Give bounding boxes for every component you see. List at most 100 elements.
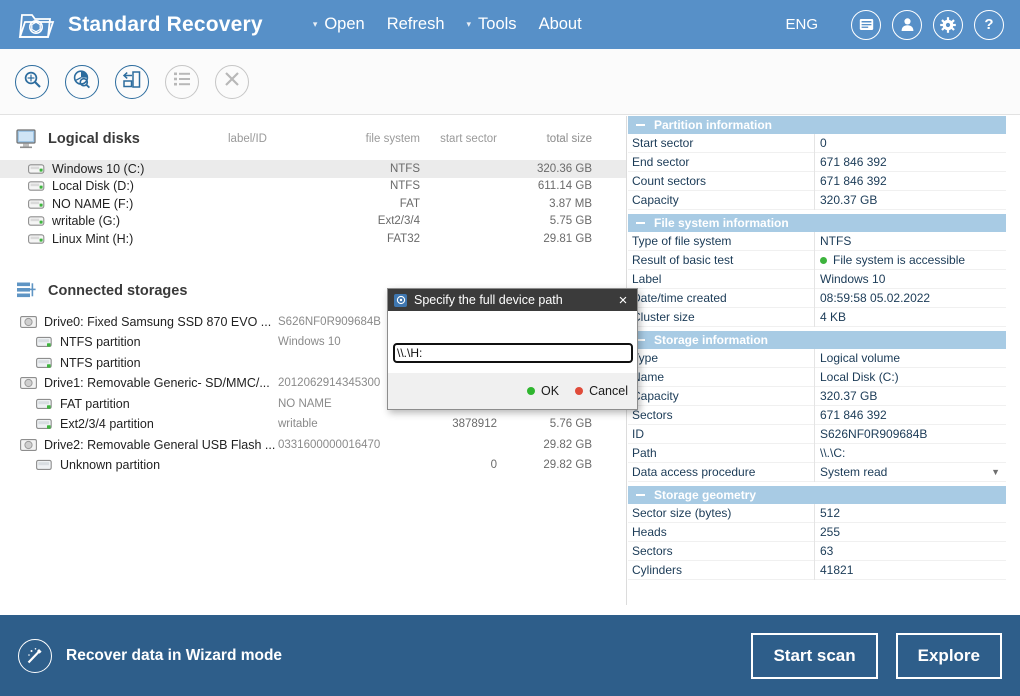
details-value-cell: NTFS: [814, 232, 1006, 251]
logical-disk-row[interactable]: NO NAME (F:)FAT3.87 MB: [0, 195, 626, 213]
logical-disks-title: Logical disks: [48, 131, 140, 147]
details-key: ID: [628, 427, 814, 441]
details-value-cell: 255: [814, 523, 1006, 542]
details-value: Local Disk (C:): [820, 370, 899, 384]
details-section-header[interactable]: Storage information: [628, 331, 1006, 349]
storage-partition-row[interactable]: Ext2/3/4 partitionwritable38789125.76 GB: [0, 414, 626, 435]
header-right-tools: ENG: [785, 10, 1020, 40]
dialog-ok-button[interactable]: OK: [527, 384, 559, 398]
dialog-close-icon[interactable]: ×: [611, 293, 635, 308]
details-key: End sector: [628, 155, 814, 169]
details-section-header[interactable]: Storage geometry: [628, 486, 1006, 504]
magnifier-icon: [23, 70, 42, 94]
logical-disk-name: Local Disk (D:): [52, 179, 134, 193]
messages-icon[interactable]: [851, 10, 881, 40]
folder-recovery-logo-icon: [16, 7, 56, 43]
menu-item-refresh[interactable]: Refresh: [387, 15, 445, 34]
details-key: Heads: [628, 525, 814, 539]
device-path-input[interactable]: [393, 343, 633, 363]
application-window: Standard Recovery ▾ Open Refresh ▾ Tools…: [0, 0, 1020, 696]
details-key: Data access procedure: [628, 465, 814, 479]
details-value-cell: 0: [814, 134, 1006, 153]
storage-name: FAT partition: [60, 397, 130, 411]
monitor-icon: [16, 129, 38, 149]
logical-disk-row[interactable]: Windows 10 (C:)NTFS320.36 GB: [0, 160, 626, 178]
storage-total-size: 5.76 GB: [470, 418, 592, 430]
partition-icon: [36, 418, 53, 430]
menu-item-open[interactable]: Open: [324, 15, 364, 34]
analyze-button[interactable]: [65, 65, 99, 99]
dialog-app-icon: [394, 294, 407, 307]
details-value-cell: 08:59:58 05.02.2022: [814, 289, 1006, 308]
details-row: Cluster size4 KB: [628, 308, 1006, 327]
recover-button[interactable]: [115, 65, 149, 99]
language-selector[interactable]: ENG: [785, 16, 818, 33]
details-row: Start sector0: [628, 134, 1006, 153]
storage-name: NTFS partition: [60, 335, 141, 349]
dialog-footer: OK Cancel: [388, 373, 637, 409]
logical-disk-row[interactable]: Linux Mint (H:)FAT3229.81 GB: [0, 230, 626, 248]
settings-gear-icon[interactable]: [933, 10, 963, 40]
details-section-title: File system information: [654, 216, 789, 230]
magic-wand-icon[interactable]: [18, 639, 52, 673]
logical-disk-row[interactable]: Local Disk (D:)NTFS611.14 GB: [0, 178, 626, 196]
dialog-cancel-button[interactable]: Cancel: [575, 384, 628, 398]
collapse-icon[interactable]: [636, 494, 645, 496]
details-value-cell: Local Disk (C:): [814, 368, 1006, 387]
chevron-down-icon[interactable]: ▼: [991, 467, 1000, 477]
details-key: Capacity: [628, 193, 814, 207]
app-header: Standard Recovery ▾ Open Refresh ▾ Tools…: [0, 0, 1020, 49]
details-key: Type of file system: [628, 234, 814, 248]
details-key: Label: [628, 272, 814, 286]
details-key: Path: [628, 446, 814, 460]
details-value-cell[interactable]: System read▼: [814, 463, 1006, 482]
user-account-icon[interactable]: [892, 10, 922, 40]
bottom-action-bar: Recover data in Wizard mode Start scan E…: [0, 615, 1020, 696]
details-value: 320.37 GB: [820, 389, 877, 403]
collapse-icon[interactable]: [636, 222, 645, 224]
details-key: Sector size (bytes): [628, 506, 814, 520]
tools-menu-caret-icon[interactable]: ▾: [467, 20, 472, 29]
details-value: 63: [820, 544, 833, 558]
details-section-title: Storage geometry: [654, 488, 756, 502]
details-value-cell: 512: [814, 504, 1006, 523]
partition-icon: [36, 336, 53, 348]
details-row: Heads 255: [628, 523, 1006, 542]
partition-icon: [36, 459, 53, 471]
details-section-header[interactable]: Partition information: [628, 116, 1006, 134]
details-section-header[interactable]: File system information: [628, 214, 1006, 232]
collapse-icon[interactable]: [636, 124, 645, 126]
storage-drive-row[interactable]: Drive2: Removable General USB Flash ...0…: [0, 435, 626, 456]
details-value-cell: 671 846 392: [814, 172, 1006, 191]
storage-name: Drive1: Removable Generic- SD/MMC/...: [44, 376, 270, 390]
partition-icon: [36, 398, 53, 410]
main-menu: ▾ Open Refresh ▾ Tools About: [313, 15, 604, 34]
details-row: Date/time created08:59:58 05.02.2022: [628, 289, 1006, 308]
col-header-total-size-2: total size: [470, 133, 592, 145]
storage-name: NTFS partition: [60, 356, 141, 370]
details-row: Count sectors671 846 392: [628, 172, 1006, 191]
start-scan-button[interactable]: Start scan: [751, 633, 877, 679]
storage-label-id: NO NAME: [278, 398, 332, 410]
details-value: \\.\C:: [820, 446, 845, 460]
open-menu-caret-icon[interactable]: ▾: [313, 20, 318, 29]
explore-button[interactable]: Explore: [896, 633, 1002, 679]
logical-disk-name: Linux Mint (H:): [52, 232, 133, 246]
storage-partition-row[interactable]: Unknown partition029.82 GB: [0, 455, 626, 476]
details-value: 255: [820, 525, 840, 539]
ok-label: OK: [541, 384, 559, 398]
disk-icon: [28, 180, 45, 192]
help-icon[interactable]: ?: [974, 10, 1004, 40]
disk-icon: [28, 233, 45, 245]
close-button[interactable]: [215, 65, 249, 99]
find-button[interactable]: [15, 65, 49, 99]
list-icon: [173, 71, 191, 92]
details-value: File system is accessible: [833, 253, 965, 267]
menu-item-about[interactable]: About: [539, 15, 582, 34]
disk-icon: [28, 163, 45, 175]
menu-item-tools[interactable]: Tools: [478, 15, 517, 34]
logical-disk-size: 5.75 GB: [470, 215, 592, 227]
details-value-cell: Windows 10: [814, 270, 1006, 289]
list-button[interactable]: [165, 65, 199, 99]
logical-disk-row[interactable]: writable (G:)Ext2/3/45.75 GB: [0, 213, 626, 231]
